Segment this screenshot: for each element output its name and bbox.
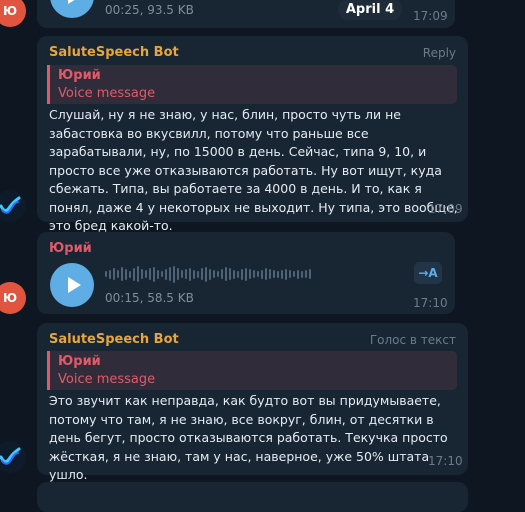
message-time: 17:09 [413,9,448,23]
waveform-bar [185,269,187,279]
waveform-bar [285,268,287,280]
bot-avatar[interactable] [0,441,26,473]
voice-duration-size: 00:15, 58.5 KB [105,291,194,305]
voice-duration-size: 00:25, 93.5 KB [105,3,194,17]
waveform-bar [305,270,307,278]
waveform-bar [253,270,255,278]
waveform-bar [225,267,227,281]
waveform-bar [257,271,259,277]
next-message-bubble [37,482,468,512]
waveform-bar [249,269,251,279]
bot-message-bubble: SaluteSpeech Bot Reply Юрий Voice messag… [37,36,468,233]
voice-waveform[interactable] [105,264,311,284]
waveform-bar [189,267,191,281]
play-icon [67,277,81,293]
bot-message-bubble: SaluteSpeech Bot Голос в текст Юрий Voic… [37,323,468,482]
bot-logo-icon [0,447,21,465]
user-avatar[interactable]: Ю [0,282,26,314]
bot-avatar[interactable] [0,190,26,222]
message-text: Слушай, ну я не знаю, у нас, блин, прост… [49,107,458,233]
waveform-bar [201,268,203,280]
message-time: 17:10 [413,296,448,310]
sender-name[interactable]: SaluteSpeech Bot [49,45,179,60]
waveform-bar [229,268,231,280]
waveform-bar [153,266,155,282]
waveform-bar [105,271,107,277]
waveform-bar [165,268,167,280]
waveform-bar [213,270,215,278]
quote-text: Voice message [58,86,156,101]
waveform-bar [161,271,163,277]
voice-message-bubble: 00:25, 93.5 KB April 4 17:09 [37,0,455,28]
waveform-bar [209,268,211,280]
waveform-bar [197,270,199,278]
quote-sender: Юрий [58,354,101,369]
waveform-bar [141,269,143,279]
date-badge: April 4 [338,0,402,20]
waveform-bar [309,269,311,279]
reply-quote[interactable]: Юрий Voice message [47,65,457,104]
waveform-bar [157,269,159,279]
waveform-bar [289,270,291,278]
waveform-bar [269,269,271,279]
waveform-bar [145,270,147,278]
voice-to-text-button[interactable]: Голос в текст [370,333,456,347]
play-button[interactable] [50,263,94,307]
waveform-bar [265,268,267,280]
waveform-bar [149,268,151,280]
waveform-bar [293,271,295,277]
waveform-bar [221,269,223,279]
waveform-bar [205,266,207,282]
message-time: 17:10 [428,454,463,468]
sender-name[interactable]: SaluteSpeech Bot [49,332,179,347]
waveform-bar [117,270,119,278]
waveform-bar [245,267,247,281]
waveform-bar [133,267,135,281]
waveform-bar [261,269,263,279]
quote-text: Voice message [58,372,156,387]
waveform-bar [237,270,239,278]
message-time: 17:09 [428,202,463,216]
waveform-bar [281,269,283,279]
reply-quote[interactable]: Юрий Voice message [47,351,457,390]
sender-name[interactable]: Юрий [49,241,92,256]
transcribe-button[interactable]: →A [414,262,442,284]
quote-sender: Юрий [58,68,101,83]
waveform-bar [301,270,303,278]
waveform-bar [241,268,243,280]
waveform-bar [125,268,127,280]
waveform-bar [193,269,195,279]
waveform-bar [169,267,171,281]
waveform-bar [177,268,179,280]
reply-button[interactable]: Reply [423,46,456,60]
play-icon [67,0,74,4]
waveform-bar [217,271,219,277]
waveform-bar [109,269,111,279]
waveform-bar [277,270,279,278]
waveform-bar [233,269,235,279]
waveform-bar [129,270,131,278]
user-avatar[interactable]: Ю [0,0,26,27]
message-text: Это звучит как неправда, как будто вот в… [49,393,448,482]
play-button[interactable] [50,0,94,18]
voice-message-bubble: Юрий 00:15, 58.5 KB →A 17:10 [37,232,455,314]
waveform-bar [181,270,183,278]
waveform-bar [121,267,123,281]
waveform-bar [273,270,275,278]
bot-logo-icon [0,196,21,214]
waveform-bar [113,268,115,280]
waveform-bar [173,265,175,283]
waveform-bar [137,266,139,282]
waveform-bar [297,269,299,279]
transcribe-icon: →A [418,266,438,280]
